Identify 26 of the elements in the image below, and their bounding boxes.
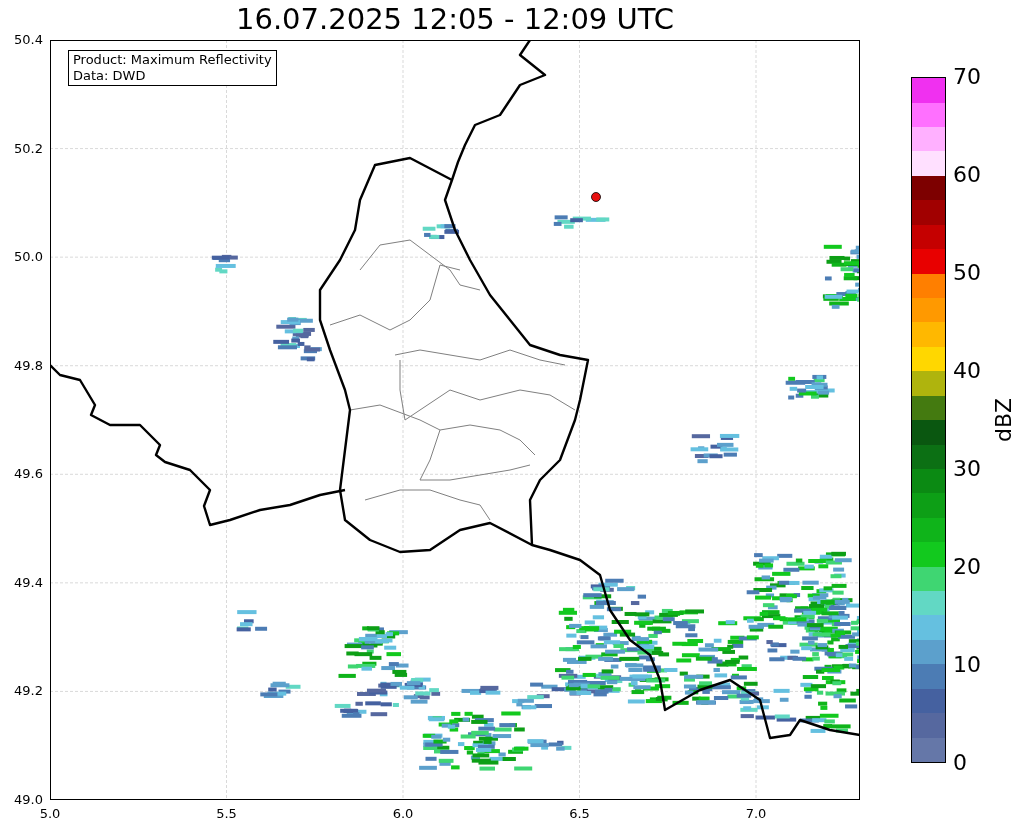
y-tick-label: 49.2 [14, 683, 43, 700]
y-tick-label: 49.4 [14, 574, 43, 591]
y-tick-label: 49.6 [14, 466, 43, 483]
colorbar-tick-label: 30 [953, 456, 981, 482]
colorbar-tick-label: 40 [953, 358, 981, 384]
colorbar-tick-label: 60 [953, 162, 981, 188]
x-tick-label: 5.5 [216, 806, 237, 822]
y-tick-label: 49.0 [14, 792, 43, 808]
y-tick-label: 50.0 [14, 249, 43, 266]
colorbar-label: dBZ [992, 397, 1016, 443]
x-tick-label: 6.0 [392, 806, 414, 822]
colorbar-tick-label: 50 [953, 260, 981, 286]
chart-title: 16.07.2025 12:05 - 12:09 UTC [236, 1, 674, 38]
colorbar-tick-label: 0 [953, 750, 967, 776]
y-tick-label: 50.4 [14, 32, 43, 48]
location-marker [591, 192, 601, 202]
legend-text: Data: DWD [73, 68, 147, 84]
legend-text: Product: Maximum Reflectivity [73, 52, 272, 68]
colorbar-tick-label: 20 [953, 554, 981, 580]
colorbar-tick-label: 70 [953, 64, 981, 90]
x-tick-label: 7.0 [745, 806, 767, 822]
x-tick-label: 5.0 [39, 806, 61, 822]
x-tick-label: 6.5 [569, 806, 590, 822]
colorbar-tick-label: 10 [953, 652, 981, 678]
y-tick-label: 49.8 [14, 357, 43, 374]
y-tick-label: 50.2 [14, 140, 43, 157]
